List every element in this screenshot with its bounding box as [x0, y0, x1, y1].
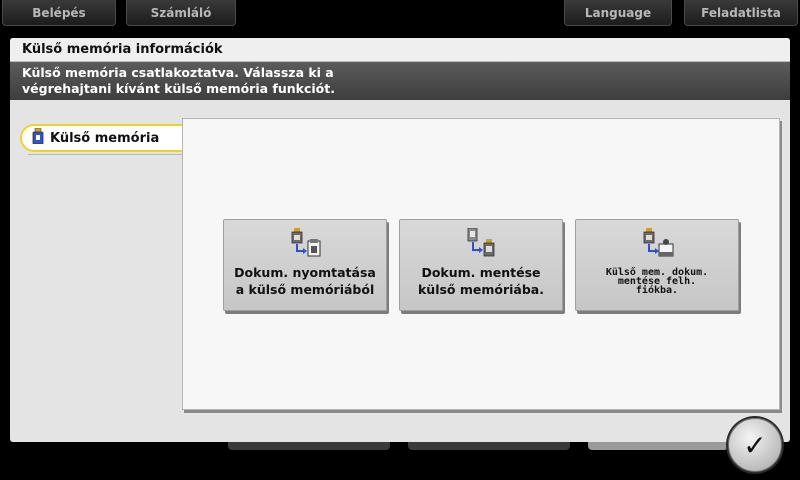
function-panel: Dokum. nyomtatása a külső memóriából Dok… [182, 118, 780, 410]
top-bar: Belépés Számláló Language Feladatlista [0, 0, 800, 28]
ok-button[interactable]: ✓ [728, 418, 782, 472]
language-button[interactable]: Language [564, 0, 672, 26]
dialog-message: Külső memória csatlakoztatva. Válassza k… [10, 62, 790, 100]
save-to-usb-line-1: Dokum. mentése [421, 265, 541, 280]
usb-to-user-box-button[interactable]: Külső mem. dokum. mentése felh. fiókba. [575, 219, 739, 311]
bottom-tab-1 [228, 442, 390, 450]
job-list-button[interactable]: Feladatlista [684, 0, 798, 26]
save-to-usb-icon [464, 228, 498, 258]
dialog-title: Külső memória információk [10, 38, 790, 62]
save-to-usb-label: Dokum. mentése külső memóriába. [418, 264, 544, 298]
counter-button[interactable]: Számláló [126, 0, 236, 26]
print-from-usb-icon [288, 228, 322, 258]
bottom-tab-3 [588, 442, 728, 450]
print-from-usb-label: Dokum. nyomtatása a külső memóriából [234, 264, 376, 298]
message-line-1: Külső memória csatlakoztatva. Válassza k… [22, 65, 334, 80]
checkmark-icon: ✓ [743, 428, 767, 462]
message-line-2: végrehajtani kívánt külső memória funkci… [22, 81, 335, 96]
divider [28, 154, 190, 155]
tab-external-memory[interactable]: Külső memória [20, 124, 198, 152]
print-from-usb-line-2: a külső memóriából [235, 282, 375, 297]
save-to-usb-line-2: külső memóriába. [417, 282, 544, 297]
print-from-usb-button[interactable]: Dokum. nyomtatása a külső memóriából [223, 219, 387, 311]
usb-to-user-box-icon [640, 228, 674, 258]
save-to-usb-button[interactable]: Dokum. mentése külső memóriába. [399, 219, 563, 311]
tab-external-memory-label: Külső memória [50, 130, 160, 146]
bottom-tab-2 [408, 442, 570, 450]
print-from-usb-line-1: Dokum. nyomtatása [234, 265, 376, 280]
usb-to-user-box-label: Külső mem. dokum. mentése felh. fiókba. [606, 268, 708, 296]
external-memory-dialog: Külső memória információk Külső memória … [10, 38, 790, 442]
usb-memory-icon [32, 127, 44, 148]
usb-to-user-box-line-3: fiókba. [635, 285, 679, 296]
login-button[interactable]: Belépés [2, 0, 116, 26]
